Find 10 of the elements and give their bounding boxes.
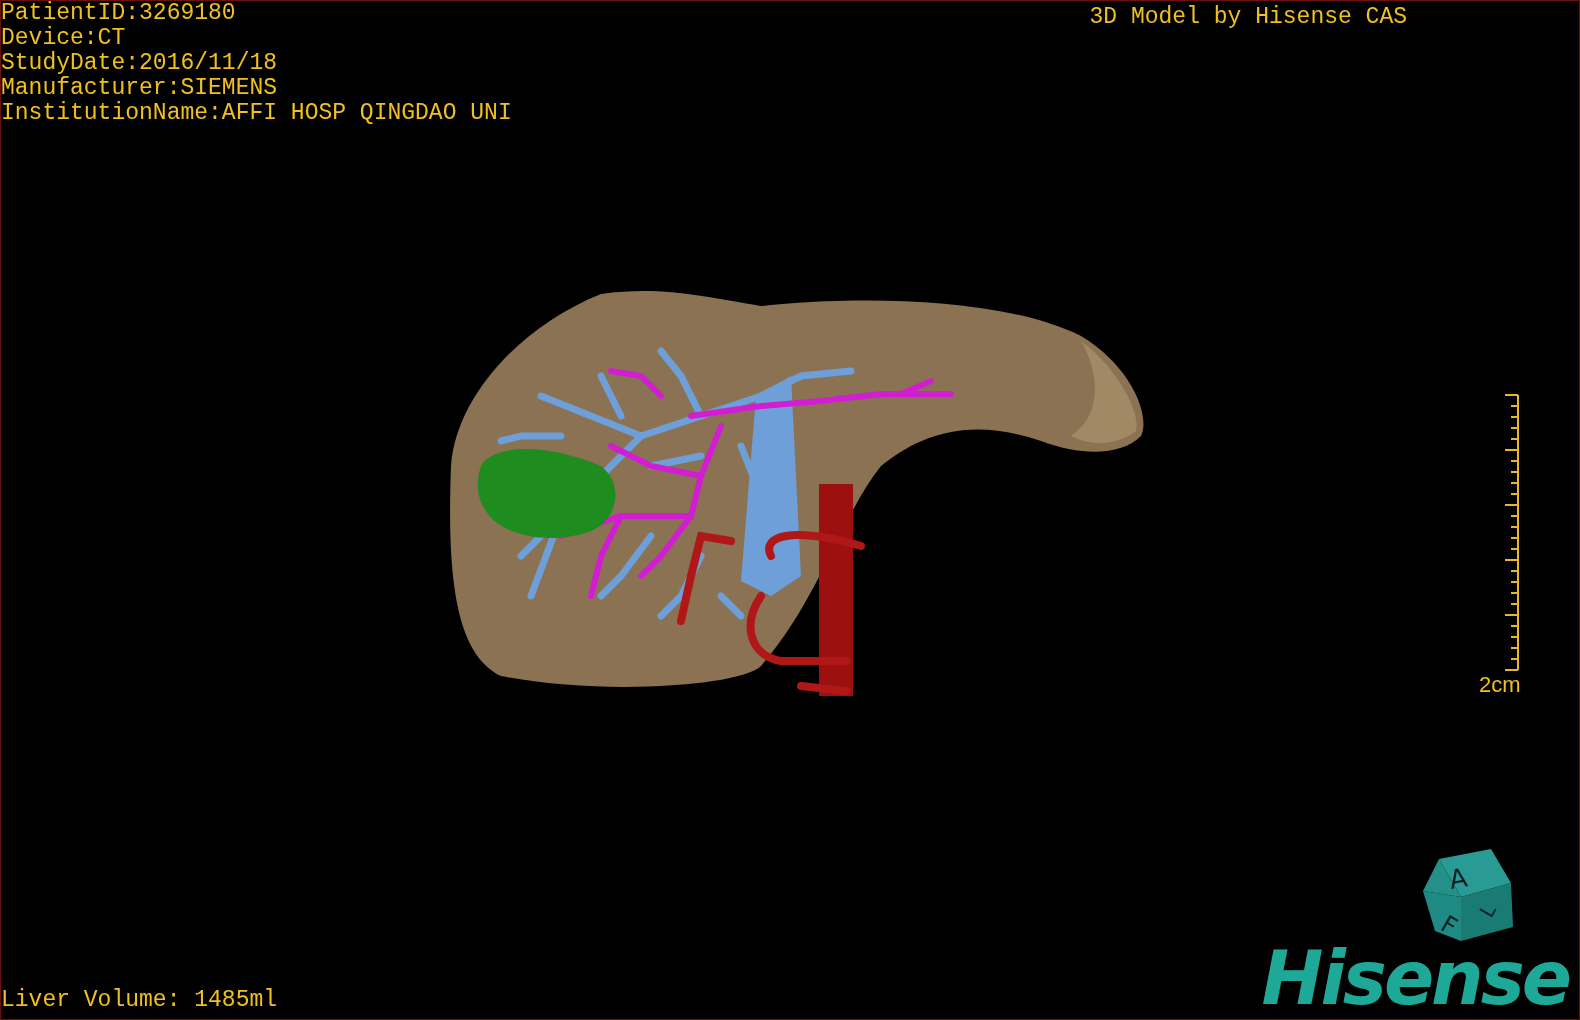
viewer-title: 3D Model by Hisense CAS <box>1089 3 1407 32</box>
liver-volume-text: Liver Volume: 1485ml <box>1 986 278 1015</box>
patient-info-text: Device:CT <box>1 26 127 51</box>
scale-label: 2cm <box>1479 673 1521 697</box>
patient-info-text: InstitutionName:AFFI HOSP QINGDAO UNI <box>1 101 512 126</box>
patient-info-text: StudyDate:2016/11/18 <box>1 51 279 76</box>
patient-info-text: PatientID:3269180 <box>1 1 237 26</box>
scale-ruler-icon <box>1502 393 1521 673</box>
brand-logo: Hisense <box>1261 943 1569 1019</box>
patient-info-text: Manufacturer:SIEMENS <box>1 76 279 101</box>
